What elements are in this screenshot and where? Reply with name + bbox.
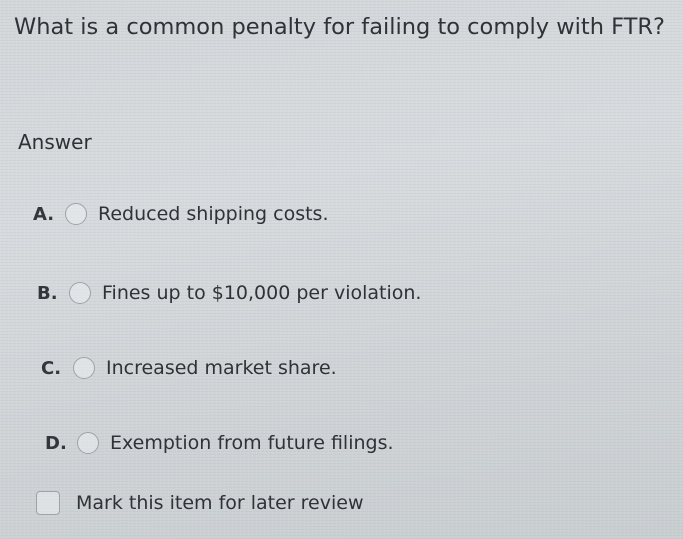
answer-option-a[interactable]: A. Reduced shipping costs. xyxy=(33,198,329,230)
option-text: Increased market share. xyxy=(106,357,337,379)
option-letter: C. xyxy=(41,357,62,379)
review-label: Mark this item for later review xyxy=(76,492,364,514)
review-checkbox-icon[interactable] xyxy=(36,491,60,515)
radio-button-icon[interactable] xyxy=(65,203,87,225)
option-letter: D. xyxy=(45,432,67,454)
question-text: What is a common penalty for failing to … xyxy=(14,14,665,40)
option-text: Exemption from future filings. xyxy=(110,432,394,454)
radio-button-icon[interactable] xyxy=(77,432,99,454)
answer-option-c[interactable]: C. Increased market share. xyxy=(41,352,337,384)
answer-option-d[interactable]: D. Exemption from future filings. xyxy=(45,427,394,459)
option-letter: B. xyxy=(37,282,58,304)
radio-button-icon[interactable] xyxy=(69,282,91,304)
answer-heading: Answer xyxy=(18,130,92,154)
option-text: Reduced shipping costs. xyxy=(98,203,329,225)
answer-option-b[interactable]: B. Fines up to $10,000 per violation. xyxy=(37,277,421,309)
option-text: Fines up to $10,000 per violation. xyxy=(102,282,422,304)
option-letter: A. xyxy=(33,203,55,225)
radio-button-icon[interactable] xyxy=(73,357,95,379)
mark-for-review[interactable]: Mark this item for later review xyxy=(36,491,363,515)
